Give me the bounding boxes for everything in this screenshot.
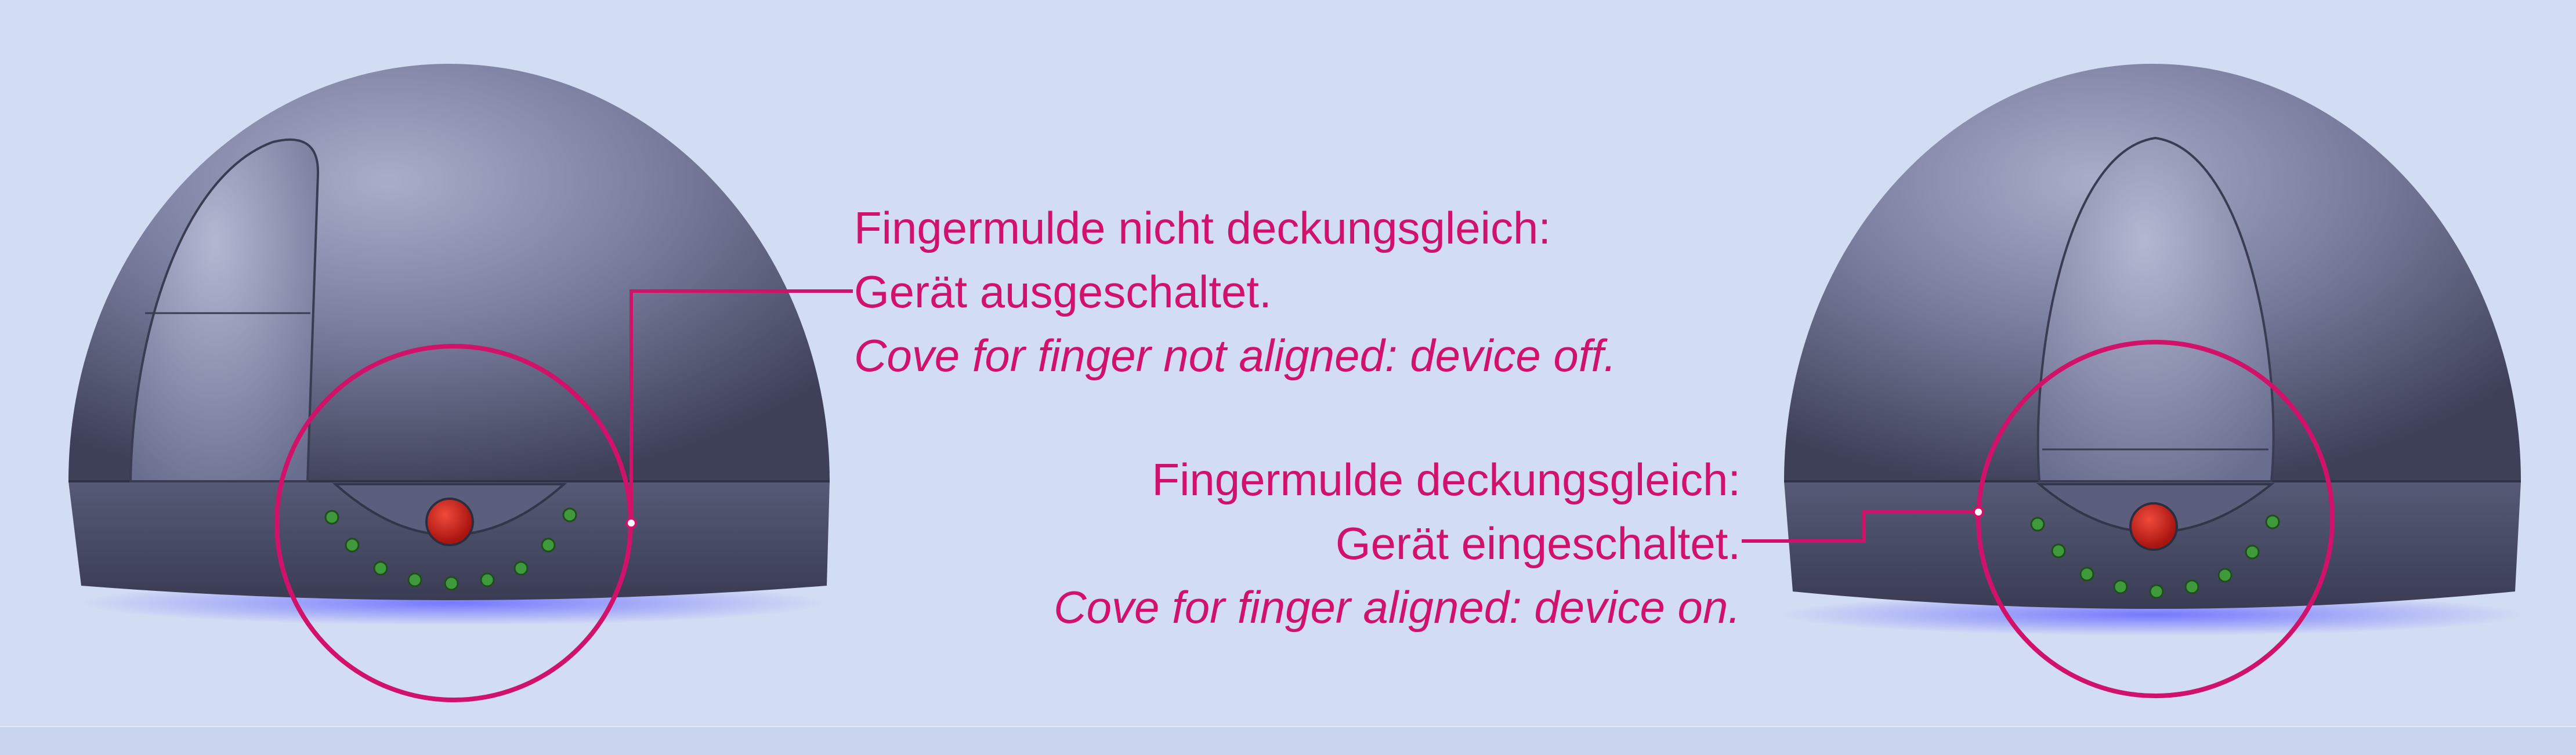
caption-off-de-line2: Gerät ausgeschaltet. bbox=[854, 266, 1272, 317]
status-dot bbox=[513, 561, 529, 576]
finger-cove bbox=[129, 138, 320, 482]
caption-device-on: Fingermulde deckungsgleich: Gerät einges… bbox=[1054, 448, 1741, 639]
status-dot bbox=[373, 561, 388, 576]
status-dot bbox=[2217, 568, 2233, 583]
leader-dot bbox=[625, 517, 637, 529]
device-off bbox=[68, 64, 853, 702]
caption-off-de-line1: Fingermulde nicht deckungsgleich: bbox=[854, 202, 1551, 253]
caption-on-de-line1: Fingermulde deckungsgleich: bbox=[1152, 454, 1741, 505]
caption-on-de-line2: Gerät eingeschaltet. bbox=[1335, 518, 1741, 569]
status-dot bbox=[480, 572, 495, 587]
status-dot bbox=[541, 538, 556, 553]
status-dot bbox=[2079, 567, 2094, 582]
leader-dot bbox=[1973, 506, 1984, 518]
status-dot bbox=[345, 538, 360, 553]
status-dot bbox=[2030, 517, 2045, 532]
power-led-icon bbox=[425, 498, 474, 546]
status-dot bbox=[2113, 579, 2128, 594]
bottom-strip bbox=[0, 726, 2576, 755]
status-dot bbox=[562, 507, 577, 522]
status-dot bbox=[2051, 543, 2066, 558]
caption-device-off: Fingermulde nicht deckungsgleich: Gerät … bbox=[854, 196, 1616, 387]
power-led-icon bbox=[2129, 502, 2178, 551]
status-dot bbox=[2149, 584, 2164, 599]
device-on bbox=[1742, 64, 2524, 698]
status-dot bbox=[407, 572, 422, 587]
status-dot bbox=[324, 510, 339, 525]
status-dot bbox=[444, 576, 459, 591]
status-dot bbox=[2184, 579, 2199, 594]
caption-on-en: Cove for finger aligned: device on. bbox=[1054, 582, 1741, 633]
caption-off-en: Cove for finger not aligned: device off. bbox=[854, 330, 1616, 381]
status-dot bbox=[2265, 514, 2280, 529]
status-dot bbox=[2245, 545, 2260, 560]
